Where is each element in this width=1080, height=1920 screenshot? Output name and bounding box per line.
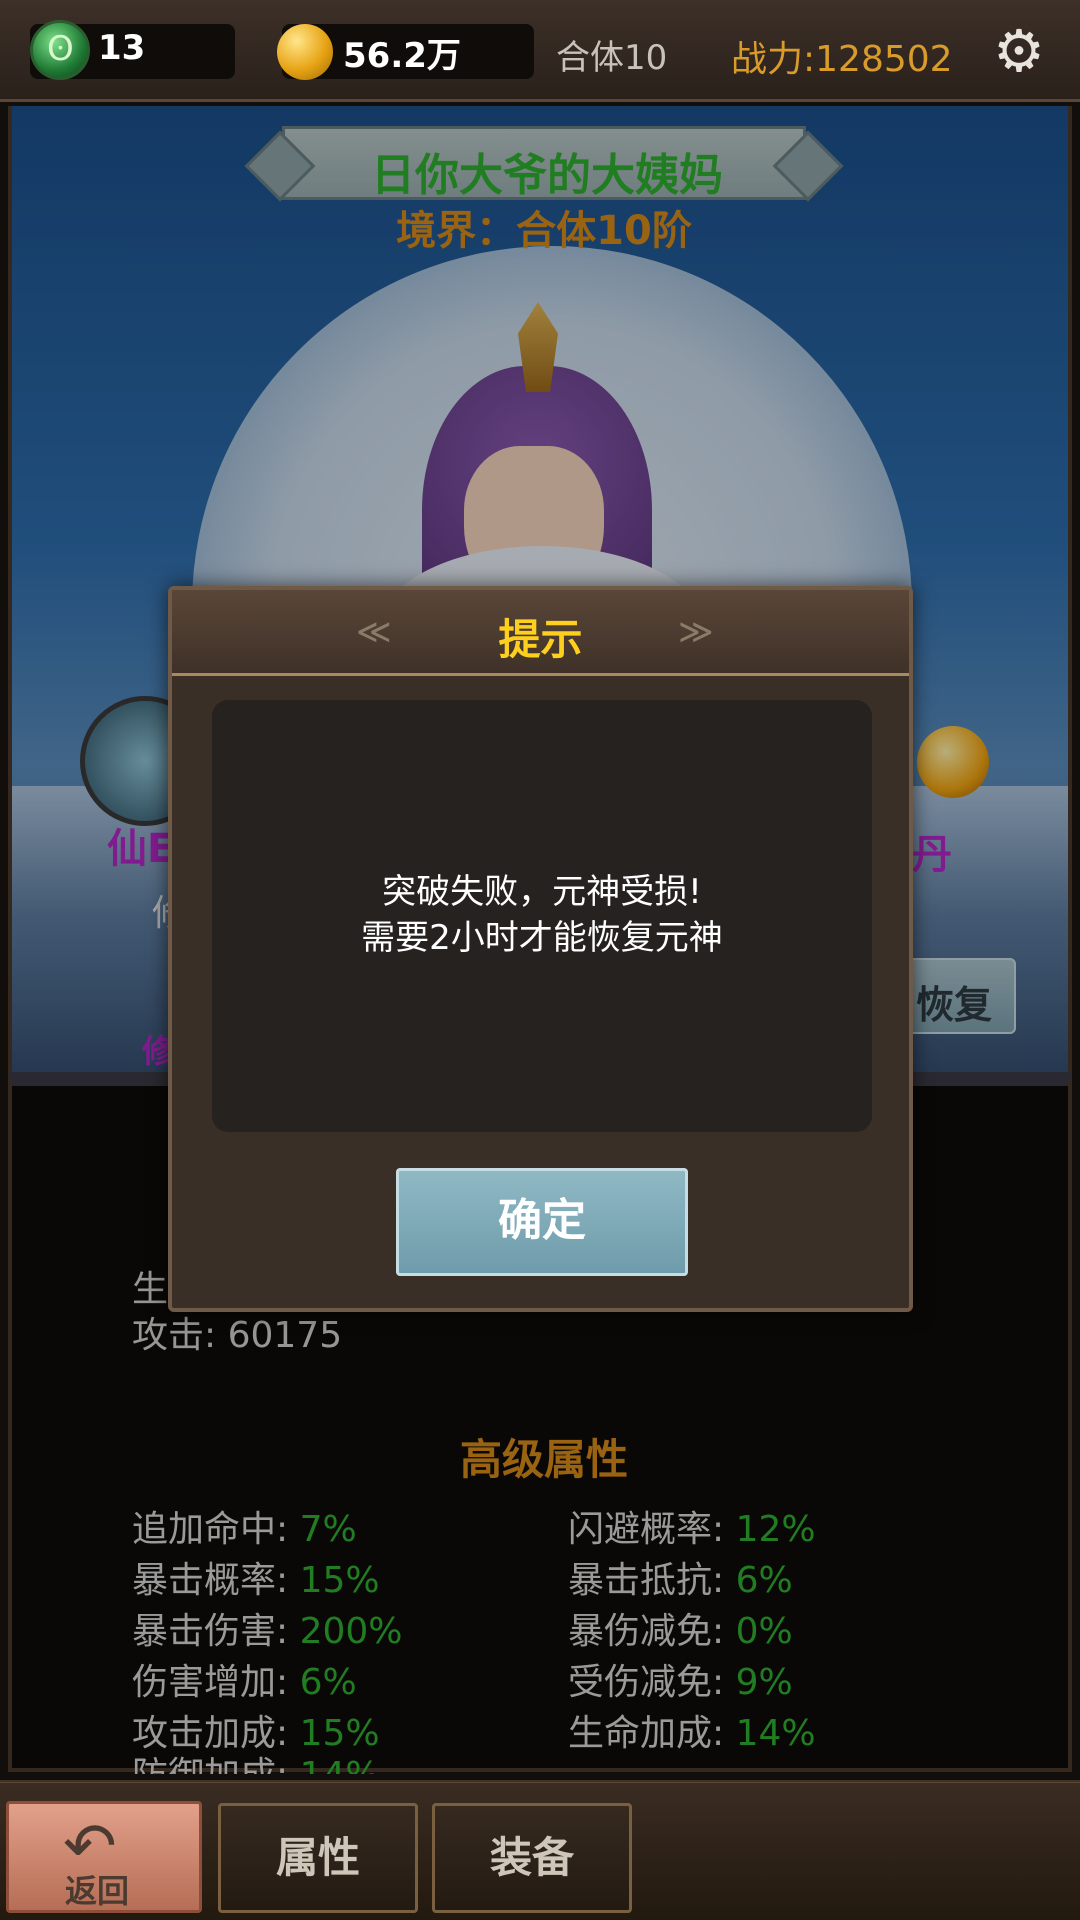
dialog-title: 提示 [498, 615, 583, 664]
dialog-message-box: 突破失败，元神受损! 需要2小时才能恢复元神 [212, 700, 872, 1132]
confirm-button[interactable]: 确定 [396, 1168, 688, 1276]
realm-level: 合体10 [556, 38, 668, 78]
combat-power: 战力:128502 [731, 39, 953, 80]
jade-count: 13 [98, 28, 146, 68]
dialog-message-line: 突破失败，元神受损! [382, 872, 702, 912]
dialog-header: ≪ 提示 ≫ [172, 590, 909, 676]
back-label: 返回 [65, 1872, 130, 1910]
right-ornament-icon: ≫ [678, 612, 714, 652]
dialog-message-line: 需要2小时才能恢复元神 [361, 918, 723, 958]
jade-icon [30, 20, 90, 80]
tip-dialog: ≪ 提示 ≫ 突破失败，元神受损! 需要2小时才能恢复元神 确定 [168, 586, 913, 1312]
bottom-nav: ↶ 返回 属性 装备 [0, 1780, 1080, 1920]
gear-icon[interactable]: ⚙ [990, 22, 1048, 80]
back-button[interactable]: ↶ 返回 [6, 1801, 202, 1913]
tab-equipment[interactable]: 装备 [432, 1803, 632, 1913]
gold-coin-icon [277, 24, 333, 80]
gold-amount: 56.2万 [343, 36, 461, 76]
tab-attributes[interactable]: 属性 [218, 1803, 418, 1913]
top-bar: 13 56.2万 合体10 战力:128502 ⚙ [0, 0, 1080, 102]
